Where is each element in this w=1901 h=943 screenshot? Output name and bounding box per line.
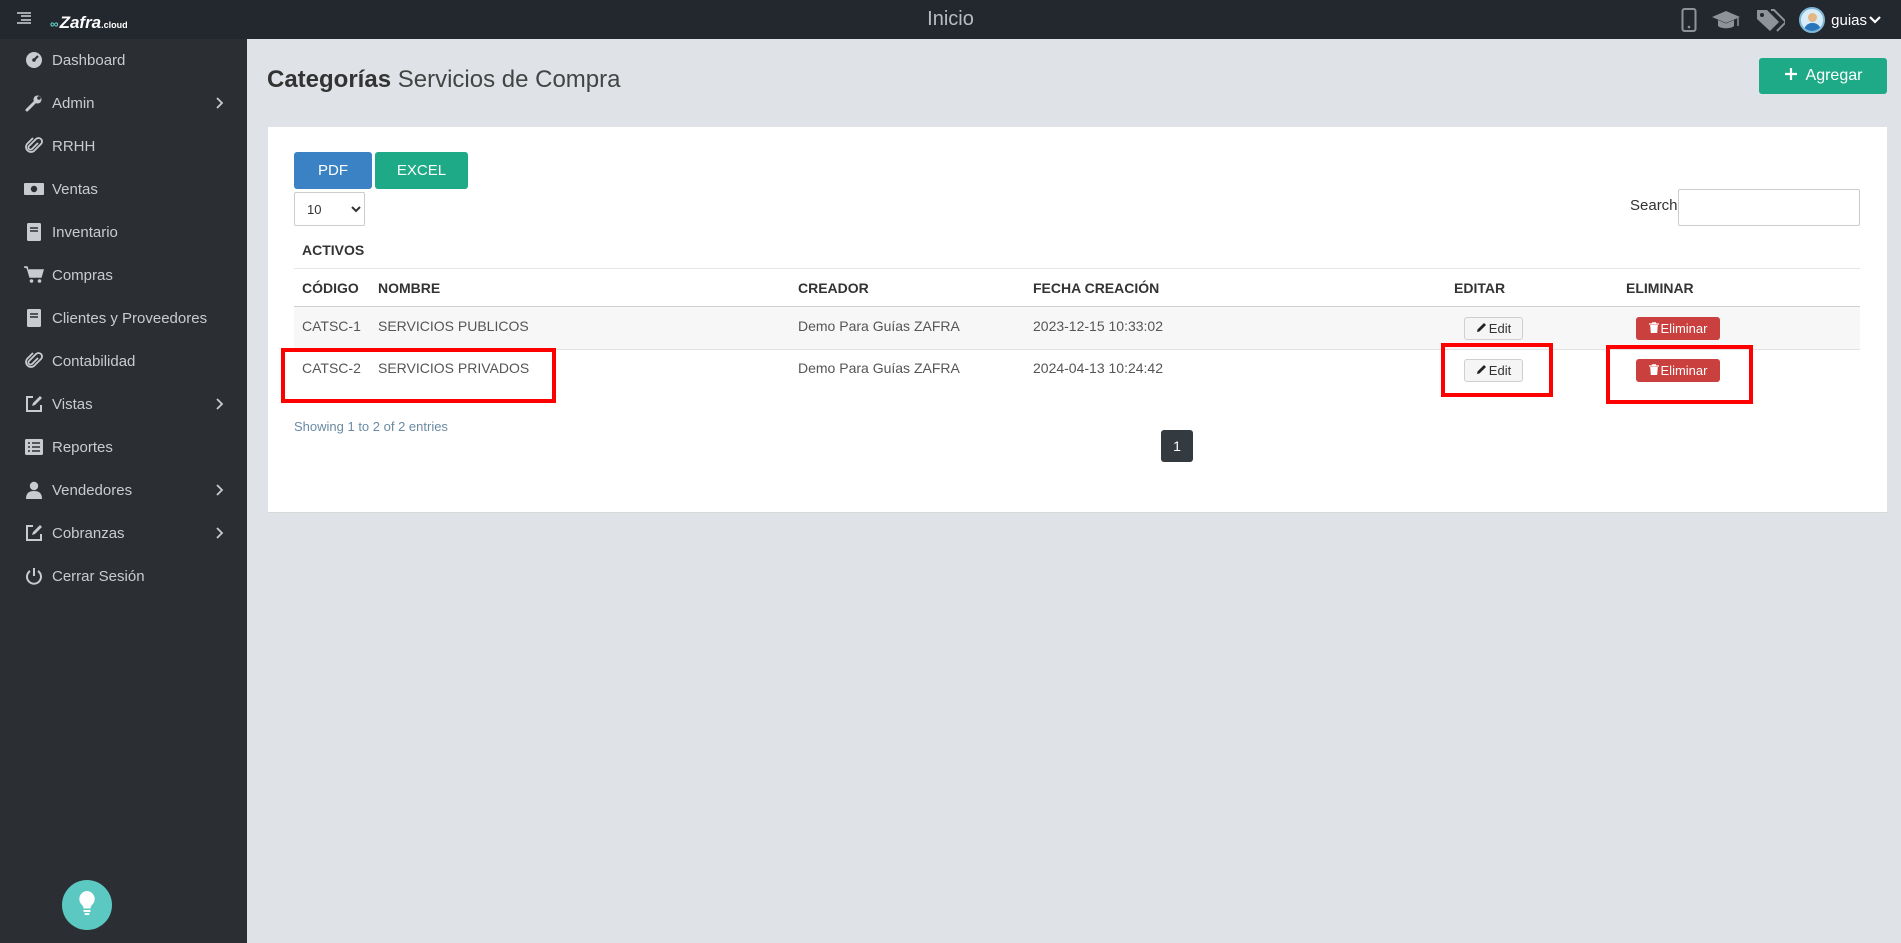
column-header-nombre[interactable]: NOMBRE [378,279,440,297]
column-header-editar[interactable]: EDITAR [1454,279,1505,297]
book-icon [24,222,44,242]
sidebar-item-label: Compras [52,266,113,284]
cell-creador: Demo Para Guías ZAFRA [798,360,960,376]
power-icon [24,566,44,586]
sidebar-item-rrhh[interactable]: RRHH [0,126,247,166]
sidebar-item-label: Reportes [52,438,113,456]
table-info: Showing 1 to 2 of 2 entries [294,419,448,434]
column-header-codigo[interactable]: CÓDIGO [302,279,359,297]
trash-icon [1648,321,1659,336]
user-name[interactable]: guias [1831,12,1867,29]
lightbulb-icon [77,890,97,920]
list-icon [24,437,44,457]
column-header-fecha[interactable]: FECHA CREACIÓN [1033,279,1159,297]
add-button-label: Agregar [1805,67,1863,84]
search-label: Search: [1630,197,1682,214]
sidebar-item-label: Cobranzas [52,524,125,542]
sidebar-item-label: Vistas [52,395,93,413]
book-icon [24,308,44,328]
sidebar-item-compras[interactable]: Compras [0,255,247,295]
sidebar-item-cobranzas[interactable]: Cobranzas [0,513,247,553]
sidebar-item-label: Dashboard [52,51,126,69]
tags-icon[interactable] [1755,8,1786,32]
sidebar-item-label: Contabilidad [52,352,136,370]
chevron-right-icon [216,484,224,496]
sidebar-item-label: Vendedores [52,481,133,499]
cell-fecha: 2023-12-15 10:33:02 [1033,318,1163,334]
delete-button-label: Eliminar [1660,321,1708,336]
highlight-box-edit [1441,343,1553,397]
lightbulb-help-button[interactable] [62,880,112,930]
sidebar-item-contabilidad[interactable]: Contabilidad [0,341,247,381]
cart-icon [24,265,44,285]
group-divider-full [294,268,1860,269]
highlight-box-delete [1606,345,1753,404]
edit-icon [24,394,44,414]
page-length-select[interactable]: 10 [294,192,365,226]
search-input[interactable] [1678,189,1860,226]
pagination-page-1[interactable]: 1 [1161,430,1193,462]
chevron-down-icon[interactable] [1869,15,1881,25]
excel-export-button[interactable]: EXCEL [375,152,468,189]
delete-button[interactable]: Eliminar [1636,317,1720,340]
sidebar-item-admin[interactable]: Admin [0,83,247,123]
cell-fecha: 2024-04-13 10:24:42 [1033,360,1163,376]
graduation-cap-icon[interactable] [1711,9,1741,31]
column-header-eliminar[interactable]: ELIMINAR [1626,279,1694,297]
sidebar-item-label: Clientes y Proveedores [52,309,208,327]
chevron-right-icon [216,527,224,539]
page-title-main: Categorías [267,66,392,93]
paperclip-icon [24,136,44,156]
pdf-export-button[interactable]: PDF [294,152,372,189]
top-icons: guias [1681,7,1881,33]
column-header-creador[interactable]: CREADOR [798,279,869,297]
wrench-icon [24,93,44,113]
edit-button-label: Edit [1488,321,1512,336]
cell-nombre: SERVICIOS PUBLICOS [378,318,529,334]
highlight-box-row-name [281,348,556,403]
pencil-icon [1476,321,1487,336]
paperclip-icon [24,351,44,371]
cell-codigo: CATSC-1 [302,318,361,334]
sidebar-item-dashboard[interactable]: Dashboard [0,40,247,80]
sidebar-item-clientes-proveedores[interactable]: Clientes y Proveedores [0,298,247,338]
cell-creador: Demo Para Guías ZAFRA [798,318,960,334]
sidebar-item-label: Admin [52,94,95,112]
user-icon [24,480,44,500]
sidebar-item-label: RRHH [52,137,96,155]
sidebar-item-vistas[interactable]: Vistas [0,384,247,424]
plus-icon [1784,67,1798,86]
sidebar-item-inventario[interactable]: Inventario [0,212,247,252]
sidebar: Dashboard Admin RRHH Ventas Inventario C… [0,39,247,943]
mobile-icon[interactable] [1681,8,1697,32]
sidebar-item-label: Cerrar Sesión [52,567,145,585]
table-group-label: ACTIVOS [302,242,365,258]
dashboard-icon [24,50,44,70]
edit-button[interactable]: Edit [1464,317,1523,340]
edit-icon [24,523,44,543]
chevron-right-icon [216,398,224,410]
sidebar-item-ventas[interactable]: Ventas [0,169,247,209]
top-title: Inicio [927,8,974,30]
sidebar-item-reportes[interactable]: Reportes [0,427,247,467]
user-avatar[interactable] [1799,7,1826,33]
sidebar-item-label: Inventario [52,223,118,241]
page-title-sub: Servicios de Compra [397,66,621,93]
chevron-right-icon [216,97,224,109]
sidebar-item-vendedores[interactable]: Vendedores [0,470,247,510]
money-icon [24,179,44,199]
sidebar-item-cerrar-sesion[interactable]: Cerrar Sesión [0,556,247,596]
sidebar-item-label: Ventas [52,180,98,198]
add-button[interactable]: Agregar [1759,58,1887,94]
page-title: Categorías Servicios de Compra [267,66,620,94]
top-bar: ∞Zafra.cloud Inicio guias [0,0,1901,39]
